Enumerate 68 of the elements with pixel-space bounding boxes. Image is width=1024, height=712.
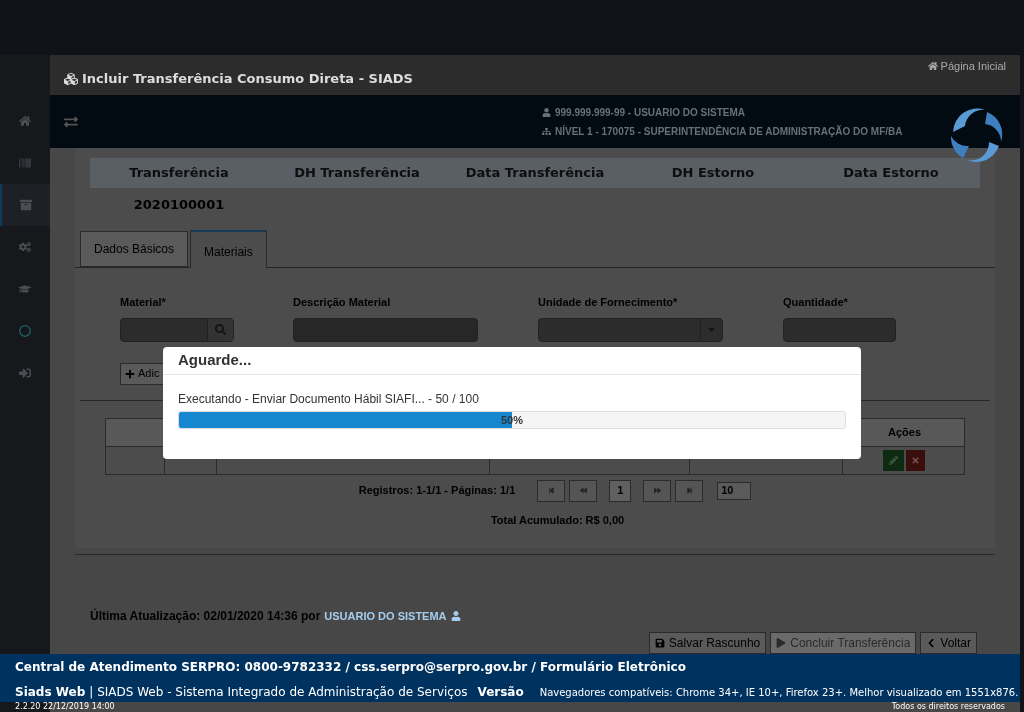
column-header: Transferência (128, 164, 230, 183)
action-button[interactable]: Voltar (920, 632, 977, 654)
plus-icon (125, 368, 135, 379)
column-header: Data Estorno (842, 164, 940, 183)
play-icon (776, 638, 787, 648)
field-label: Descrição Material (293, 295, 392, 310)
search-icon (215, 324, 226, 335)
last-page-button[interactable] (675, 479, 704, 502)
field-label: Material* (120, 295, 167, 310)
column-header: DH Transferência (293, 164, 421, 183)
add-button[interactable]: Adic (120, 362, 165, 385)
gears-icon (19, 241, 31, 253)
barcode-icon (19, 157, 31, 169)
last-update: Última Atualização: 02/01/2020 14:36 por (90, 607, 321, 625)
version: 2.2.20 22/12/2019 14:00 (15, 702, 115, 712)
system-name: | SIADS Web - Sistema Integrado de Administração de Serviços (89, 684, 468, 701)
edit-button[interactable] (882, 449, 904, 471)
field-label: Quantidade* (783, 295, 849, 310)
dialog-title: Aguarde... (178, 350, 252, 371)
last-icon (685, 487, 693, 494)
home-icon (927, 61, 938, 71)
rights: Todos os direitos reservados (891, 702, 1005, 712)
table-cell-text: 2020100001 (132, 196, 226, 215)
user-icon (542, 107, 551, 117)
tab[interactable]: Dados Básicos (80, 231, 189, 267)
sign-in-icon (19, 367, 31, 379)
browser-info: Navegadores compatíveis: Chrome 34+, IE 10+, Firefox 23+. Melhor visualizado em 1551x876. (539, 685, 1019, 700)
pencil-icon (888, 455, 898, 465)
sidebar-item[interactable] (0, 184, 50, 226)
home-icon (19, 115, 31, 127)
quantity-field[interactable] (783, 317, 896, 342)
delete-button[interactable] (905, 449, 925, 471)
column-header: Data Transferência (464, 164, 606, 183)
pagination-summary: Registros: 1-1/1 - Páginas: 1/1 (358, 483, 516, 499)
version-label: Versão (477, 684, 524, 701)
column-header: DH Estorno (670, 164, 756, 183)
page-size-select[interactable]: 10 (717, 481, 752, 500)
home-link[interactable]: Página Inicial (940, 57, 1006, 75)
unit-select[interactable] (538, 317, 723, 342)
cubes-icon (64, 72, 78, 86)
graduation-cap-icon (19, 283, 31, 295)
tab[interactable]: Materiais (190, 230, 267, 268)
page-title: Incluir Transferência Consumo Direta - SIADS (82, 70, 413, 89)
first-icon (547, 487, 555, 494)
action-button[interactable]: Salvar Rascunho (648, 632, 767, 654)
material-field[interactable] (120, 317, 234, 342)
previous-page-button[interactable] (569, 479, 598, 502)
swap-icon (64, 114, 78, 129)
total: Total Acumulado: R$ 0,00 (489, 512, 626, 528)
progress-label: 50% (500, 412, 524, 428)
sitemap-icon (542, 126, 551, 136)
user-name: 999.999.999-99 - USUARIO DO SISTEMA (555, 105, 746, 120)
field-label: Unidade de Fornecimento* (538, 295, 679, 310)
next-icon (653, 487, 661, 494)
progress-message: Executando - Enviar Documento Hábil SIAFI... - 50 / 100 (178, 391, 480, 408)
page-button[interactable]: 1 (609, 479, 632, 502)
chevron-left-icon (926, 638, 937, 648)
brand: Siads Web (15, 684, 86, 701)
previous-icon (579, 487, 587, 494)
first-page-button[interactable] (537, 479, 566, 502)
contact-info: Central de Atendimento SERPRO: 0800-9782332 / css.serpro@serpro.gov.br / Formulário Eletrônico (15, 659, 687, 676)
next-page-button[interactable] (643, 479, 672, 502)
save-icon (654, 638, 665, 648)
archive-icon (20, 199, 32, 211)
user-level: NÍVEL 1 - 170075 - SUPERINTENDÊNCIA DE ADMINISTRAÇÃO DO MF/BA (555, 124, 903, 139)
user-link[interactable]: USUARIO DO SISTEMA (324, 607, 447, 625)
user-icon (450, 611, 461, 621)
close-icon (910, 455, 920, 465)
